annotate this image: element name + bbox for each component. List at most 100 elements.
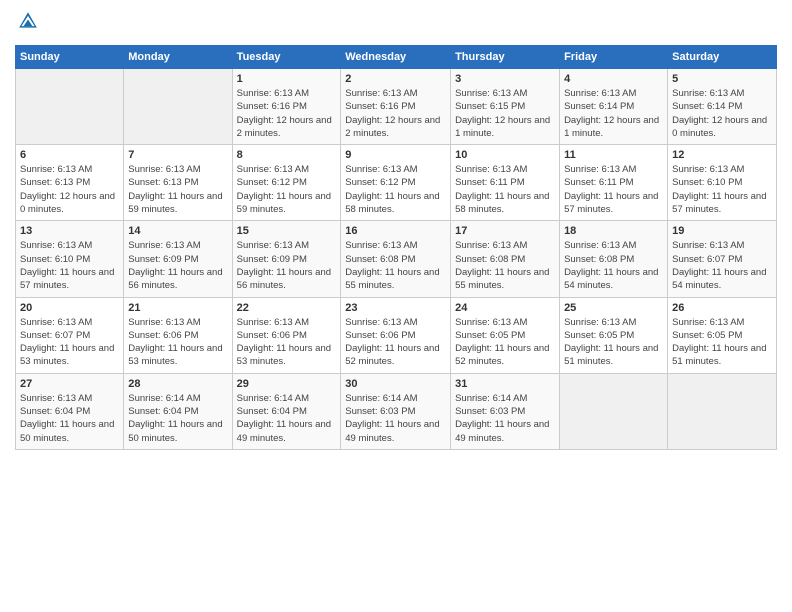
day-number: 15	[237, 225, 337, 237]
day-number: 30	[345, 378, 446, 390]
day-cell: 8 Sunrise: 6:13 AM Sunset: 6:12 PM Daylig…	[232, 145, 341, 221]
day-info: Sunrise: 6:13 AM Sunset: 6:13 PM Dayligh…	[20, 163, 119, 216]
day-number: 27	[20, 378, 119, 390]
day-info: Sunrise: 6:13 AM Sunset: 6:09 PM Dayligh…	[128, 239, 227, 292]
day-cell	[124, 69, 232, 145]
day-info: Sunrise: 6:13 AM Sunset: 6:06 PM Dayligh…	[345, 316, 446, 369]
day-cell: 6 Sunrise: 6:13 AM Sunset: 6:13 PM Daylig…	[16, 145, 124, 221]
day-number: 24	[455, 302, 555, 314]
day-cell: 1 Sunrise: 6:13 AM Sunset: 6:16 PM Daylig…	[232, 69, 341, 145]
weekday-header-monday: Monday	[124, 46, 232, 69]
day-number: 14	[128, 225, 227, 237]
day-info: Sunrise: 6:13 AM Sunset: 6:06 PM Dayligh…	[237, 316, 337, 369]
day-info: Sunrise: 6:13 AM Sunset: 6:07 PM Dayligh…	[20, 316, 119, 369]
weekday-header-wednesday: Wednesday	[341, 46, 451, 69]
day-number: 26	[672, 302, 772, 314]
day-cell: 5 Sunrise: 6:13 AM Sunset: 6:14 PM Daylig…	[668, 69, 777, 145]
day-number: 4	[564, 73, 663, 85]
day-cell: 3 Sunrise: 6:13 AM Sunset: 6:15 PM Daylig…	[451, 69, 560, 145]
day-info: Sunrise: 6:13 AM Sunset: 6:06 PM Dayligh…	[128, 316, 227, 369]
day-info: Sunrise: 6:14 AM Sunset: 6:03 PM Dayligh…	[455, 392, 555, 445]
header	[15, 10, 777, 37]
day-number: 9	[345, 149, 446, 161]
day-cell: 10 Sunrise: 6:13 AM Sunset: 6:11 PM Dayli…	[451, 145, 560, 221]
day-number: 25	[564, 302, 663, 314]
day-info: Sunrise: 6:14 AM Sunset: 6:03 PM Dayligh…	[345, 392, 446, 445]
logo	[15, 10, 41, 37]
day-number: 18	[564, 225, 663, 237]
day-number: 29	[237, 378, 337, 390]
day-cell: 13 Sunrise: 6:13 AM Sunset: 6:10 PM Dayli…	[16, 221, 124, 297]
week-row-4: 20 Sunrise: 6:13 AM Sunset: 6:07 PM Dayli…	[16, 297, 777, 373]
day-number: 13	[20, 225, 119, 237]
day-info: Sunrise: 6:13 AM Sunset: 6:08 PM Dayligh…	[564, 239, 663, 292]
day-cell: 19 Sunrise: 6:13 AM Sunset: 6:07 PM Dayli…	[668, 221, 777, 297]
day-info: Sunrise: 6:13 AM Sunset: 6:07 PM Dayligh…	[672, 239, 772, 292]
day-cell: 14 Sunrise: 6:13 AM Sunset: 6:09 PM Dayli…	[124, 221, 232, 297]
day-cell: 17Sunrise: 6:13 AM Sunset: 6:08 PM Dayli…	[451, 221, 560, 297]
week-row-5: 27 Sunrise: 6:13 AM Sunset: 6:04 PM Dayli…	[16, 373, 777, 449]
day-number: 16	[345, 225, 446, 237]
day-number: 11	[564, 149, 663, 161]
day-number: 19	[672, 225, 772, 237]
day-number: 7	[128, 149, 227, 161]
day-number: 10	[455, 149, 555, 161]
weekday-header-thursday: Thursday	[451, 46, 560, 69]
day-number: 8	[237, 149, 337, 161]
day-number: 28	[128, 378, 227, 390]
page: SundayMondayTuesdayWednesdayThursdayFrid…	[0, 0, 792, 612]
day-info: Sunrise: 6:14 AM Sunset: 6:04 PM Dayligh…	[237, 392, 337, 445]
day-number: 5	[672, 73, 772, 85]
day-cell: 12Sunrise: 6:13 AM Sunset: 6:10 PM Dayli…	[668, 145, 777, 221]
day-info: Sunrise: 6:13 AM Sunset: 6:04 PM Dayligh…	[20, 392, 119, 445]
day-cell: 23 Sunrise: 6:13 AM Sunset: 6:06 PM Dayli…	[341, 297, 451, 373]
day-number: 1	[237, 73, 337, 85]
day-number: 21	[128, 302, 227, 314]
day-info: Sunrise: 6:14 AM Sunset: 6:04 PM Dayligh…	[128, 392, 227, 445]
day-cell: 27 Sunrise: 6:13 AM Sunset: 6:04 PM Dayli…	[16, 373, 124, 449]
calendar-table: SundayMondayTuesdayWednesdayThursdayFrid…	[15, 45, 777, 450]
day-number: 12	[672, 149, 772, 161]
day-cell: 30 Sunrise: 6:14 AM Sunset: 6:03 PM Dayli…	[341, 373, 451, 449]
day-cell	[16, 69, 124, 145]
day-info: Sunrise: 6:13 AM Sunset: 6:12 PM Dayligh…	[237, 163, 337, 216]
day-cell: 29 Sunrise: 6:14 AM Sunset: 6:04 PM Dayli…	[232, 373, 341, 449]
weekday-header-sunday: Sunday	[16, 46, 124, 69]
day-info: Sunrise: 6:13 AM Sunset: 6:11 PM Dayligh…	[455, 163, 555, 216]
day-cell: 16 Sunrise: 6:13 AM Sunset: 6:08 PM Dayli…	[341, 221, 451, 297]
logo-icon	[17, 10, 39, 32]
day-info: Sunrise: 6:13 AM Sunset: 6:14 PM Dayligh…	[672, 87, 772, 140]
day-info: Sunrise: 6:13 AM Sunset: 6:10 PM Dayligh…	[20, 239, 119, 292]
day-number: 23	[345, 302, 446, 314]
day-number: 31	[455, 378, 555, 390]
day-info: Sunrise: 6:13 AM Sunset: 6:05 PM Dayligh…	[564, 316, 663, 369]
day-info: Sunrise: 6:13 AM Sunset: 6:12 PM Dayligh…	[345, 163, 446, 216]
day-cell: 15Sunrise: 6:13 AM Sunset: 6:09 PM Dayli…	[232, 221, 341, 297]
day-info: Sunrise: 6:13 AM Sunset: 6:05 PM Dayligh…	[455, 316, 555, 369]
day-cell: 7 Sunrise: 6:13 AM Sunset: 6:13 PM Daylig…	[124, 145, 232, 221]
weekday-header-friday: Friday	[560, 46, 668, 69]
day-info: Sunrise: 6:13 AM Sunset: 6:13 PM Dayligh…	[128, 163, 227, 216]
day-cell: 22 Sunrise: 6:13 AM Sunset: 6:06 PM Dayli…	[232, 297, 341, 373]
weekday-header-saturday: Saturday	[668, 46, 777, 69]
day-number: 20	[20, 302, 119, 314]
day-cell: 25 Sunrise: 6:13 AM Sunset: 6:05 PM Dayli…	[560, 297, 668, 373]
day-cell: 4Sunrise: 6:13 AM Sunset: 6:14 PM Daylig…	[560, 69, 668, 145]
day-cell: 21 Sunrise: 6:13 AM Sunset: 6:06 PM Dayli…	[124, 297, 232, 373]
day-number: 6	[20, 149, 119, 161]
day-cell: 26 Sunrise: 6:13 AM Sunset: 6:05 PM Dayli…	[668, 297, 777, 373]
weekday-header-tuesday: Tuesday	[232, 46, 341, 69]
day-number: 3	[455, 73, 555, 85]
day-info: Sunrise: 6:13 AM Sunset: 6:16 PM Dayligh…	[237, 87, 337, 140]
day-info: Sunrise: 6:13 AM Sunset: 6:05 PM Dayligh…	[672, 316, 772, 369]
day-cell: 11Sunrise: 6:13 AM Sunset: 6:11 PM Dayli…	[560, 145, 668, 221]
weekday-header-row: SundayMondayTuesdayWednesdayThursdayFrid…	[16, 46, 777, 69]
day-number: 17	[455, 225, 555, 237]
day-cell	[560, 373, 668, 449]
day-info: Sunrise: 6:13 AM Sunset: 6:15 PM Dayligh…	[455, 87, 555, 140]
day-number: 2	[345, 73, 446, 85]
day-cell: 20 Sunrise: 6:13 AM Sunset: 6:07 PM Dayli…	[16, 297, 124, 373]
day-info: Sunrise: 6:13 AM Sunset: 6:08 PM Dayligh…	[345, 239, 446, 292]
day-number: 22	[237, 302, 337, 314]
day-info: Sunrise: 6:13 AM Sunset: 6:16 PM Dayligh…	[345, 87, 446, 140]
